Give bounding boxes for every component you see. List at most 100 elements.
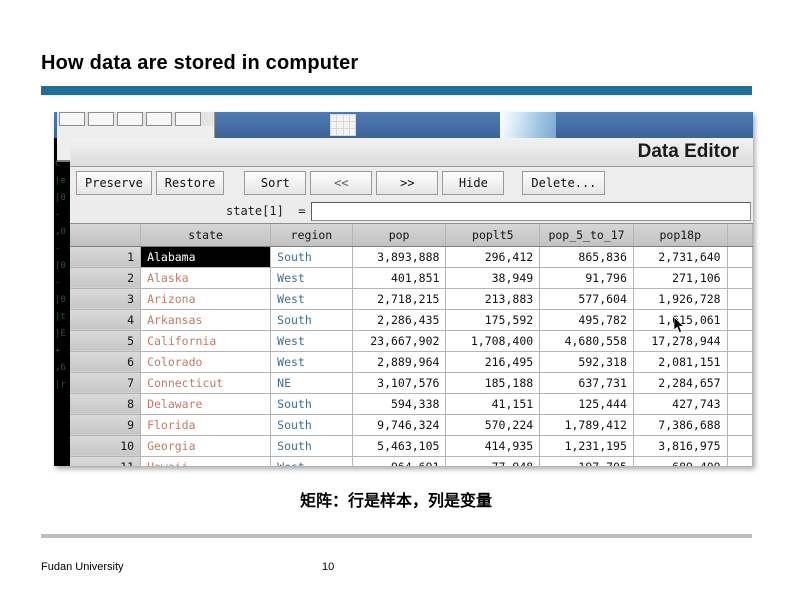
cell-extra[interactable] <box>727 414 753 436</box>
cell-pop-5-to-17[interactable]: 592,318 <box>539 351 634 373</box>
cell-region[interactable]: West <box>270 330 353 352</box>
cell-region[interactable]: West <box>270 351 353 373</box>
cell-pop-5-to-17[interactable]: 865,836 <box>539 246 634 268</box>
cell-poplt5[interactable]: 296,412 <box>445 246 541 268</box>
row-number-cell[interactable]: 7 <box>70 372 142 394</box>
cell-region[interactable]: South <box>270 309 353 331</box>
cell-poplt5[interactable]: 175,592 <box>445 309 541 331</box>
cell-extra[interactable] <box>727 372 753 394</box>
cell-state[interactable]: Arizona <box>140 288 272 310</box>
cell-region[interactable]: South <box>270 435 353 457</box>
row-number-cell[interactable]: 5 <box>70 330 142 352</box>
cell-pop18p[interactable]: 7,386,688 <box>633 414 728 436</box>
cell-extra[interactable] <box>727 246 753 268</box>
table-row[interactable]: 2 Alaska West 401,851 38,949 91,796 271,106 <box>70 267 753 289</box>
cell-pop18p[interactable]: 689,400 <box>633 456 728 466</box>
cell-extra[interactable] <box>727 456 753 466</box>
cell-poplt5[interactable]: 414,935 <box>445 435 541 457</box>
bg-toolbar-button[interactable] <box>175 112 201 126</box>
cell-region[interactable]: West <box>270 267 353 289</box>
bg-toolbar-button[interactable] <box>117 112 143 126</box>
cell-poplt5[interactable]: 570,224 <box>445 414 541 436</box>
table-row[interactable]: 5 California West 23,667,902 1,708,400 4,680,… <box>70 330 753 352</box>
cell-extra[interactable] <box>727 435 753 457</box>
cell-pop18p[interactable]: 2,081,151 <box>633 351 728 373</box>
cell-pop18p[interactable]: 271,106 <box>633 267 728 289</box>
previous-button[interactable]: << <box>310 171 373 195</box>
cell-poplt5[interactable]: 41,151 <box>445 393 541 415</box>
bg-toolbar-button[interactable] <box>59 112 85 126</box>
cell-state[interactable]: Georgia <box>140 435 272 457</box>
row-number-cell[interactable]: 3 <box>70 288 142 310</box>
cell-pop-5-to-17[interactable]: 91,796 <box>539 267 634 289</box>
table-row[interactable]: 8 Delaware South 594,338 41,151 125,444 427,74… <box>70 393 753 415</box>
row-number-cell[interactable]: 2 <box>70 267 142 289</box>
cell-region[interactable]: West <box>270 288 353 310</box>
column-header-region[interactable]: region <box>270 224 353 247</box>
cell-state[interactable]: Colorado <box>140 351 272 373</box>
row-number-cell[interactable]: 9 <box>70 414 142 436</box>
cell-extra[interactable] <box>727 330 753 352</box>
cell-pop18p[interactable]: 427,743 <box>633 393 728 415</box>
cell-extra[interactable] <box>727 267 753 289</box>
column-header-pop18p[interactable]: pop18p <box>633 224 728 247</box>
cell-state[interactable]: Arkansas <box>140 309 272 331</box>
cell-pop[interactable]: 9,746,324 <box>352 414 447 436</box>
cell-pop18p[interactable]: 3,816,975 <box>633 435 728 457</box>
cell-pop[interactable]: 3,107,576 <box>352 372 447 394</box>
column-header-rownum[interactable] <box>70 224 142 247</box>
sort-button[interactable]: Sort <box>244 171 307 195</box>
cell-state[interactable]: Alabama <box>140 246 272 268</box>
bg-toolbar-button[interactable] <box>88 112 114 126</box>
cell-value-input[interactable] <box>311 201 751 221</box>
cell-extra[interactable] <box>727 393 753 415</box>
cell-region[interactable]: NE <box>270 372 353 394</box>
next-button[interactable]: >> <box>376 171 439 195</box>
row-number-cell[interactable]: 1 <box>70 246 142 268</box>
cell-pop18p[interactable]: 1,615,061 <box>633 309 728 331</box>
preserve-button[interactable]: Preserve <box>76 171 152 195</box>
row-number-cell[interactable]: 10 <box>70 435 142 457</box>
cell-region[interactable]: South <box>270 393 353 415</box>
table-row[interactable]: 6 Colorado West 2,889,964 216,495 592,318 2,08… <box>70 351 753 373</box>
row-number-cell[interactable]: 6 <box>70 351 142 373</box>
cell-state[interactable]: Connecticut <box>140 372 272 394</box>
column-header-state[interactable]: state <box>140 224 272 247</box>
cell-pop-5-to-17[interactable]: 125,444 <box>539 393 634 415</box>
cell-pop18p[interactable]: 1,926,728 <box>633 288 728 310</box>
cell-poplt5[interactable]: 1,708,400 <box>445 330 541 352</box>
cell-poplt5[interactable]: 38,949 <box>445 267 541 289</box>
cell-poplt5[interactable]: 185,188 <box>445 372 541 394</box>
cell-state[interactable]: California <box>140 330 272 352</box>
cell-poplt5[interactable]: 77,948 <box>445 456 541 466</box>
cell-state[interactable]: Florida <box>140 414 272 436</box>
cell-pop[interactable]: 401,851 <box>352 267 447 289</box>
table-row[interactable]: 3 Arizona West 2,718,215 213,883 577,604 1,926… <box>70 288 753 310</box>
table-row[interactable]: 4 Arkansas South 2,286,435 175,592 495,782 1,6… <box>70 309 753 331</box>
table-row[interactable]: 10 Georgia South 5,463,105 414,935 1,231,195 3… <box>70 435 753 457</box>
cell-region[interactable]: South <box>270 246 353 268</box>
cell-pop18p[interactable]: 17,278,944 <box>633 330 728 352</box>
row-number-cell[interactable]: 8 <box>70 393 142 415</box>
row-number-cell[interactable]: 4 <box>70 309 142 331</box>
delete-button[interactable]: Delete... <box>522 171 606 195</box>
bg-toolbar-button[interactable] <box>146 112 172 126</box>
row-number-cell[interactable]: 11 <box>70 456 142 466</box>
cell-pop-5-to-17[interactable]: 1,789,412 <box>539 414 634 436</box>
table-row[interactable]: 9 Florida South 9,746,324 570,224 1,789,412 7,… <box>70 414 753 436</box>
cell-pop[interactable]: 594,338 <box>352 393 447 415</box>
column-header-extra[interactable] <box>727 224 753 247</box>
cell-extra[interactable] <box>727 309 753 331</box>
cell-state[interactable]: Delaware <box>140 393 272 415</box>
cell-state[interactable]: Alaska <box>140 267 272 289</box>
cell-pop18p[interactable]: 2,284,657 <box>633 372 728 394</box>
cell-pop-5-to-17[interactable]: 4,680,558 <box>539 330 634 352</box>
cell-region[interactable]: West <box>270 456 353 466</box>
column-header-pop[interactable]: pop <box>352 224 447 247</box>
cell-pop-5-to-17[interactable]: 577,604 <box>539 288 634 310</box>
cell-pop[interactable]: 2,286,435 <box>352 309 447 331</box>
cell-pop[interactable]: 3,893,888 <box>352 246 447 268</box>
cell-pop[interactable]: 23,667,902 <box>352 330 447 352</box>
table-row[interactable]: 7 Connecticut NE 3,107,576 185,188 637,731 2,2… <box>70 372 753 394</box>
column-header-poplt5[interactable]: poplt5 <box>445 224 541 247</box>
